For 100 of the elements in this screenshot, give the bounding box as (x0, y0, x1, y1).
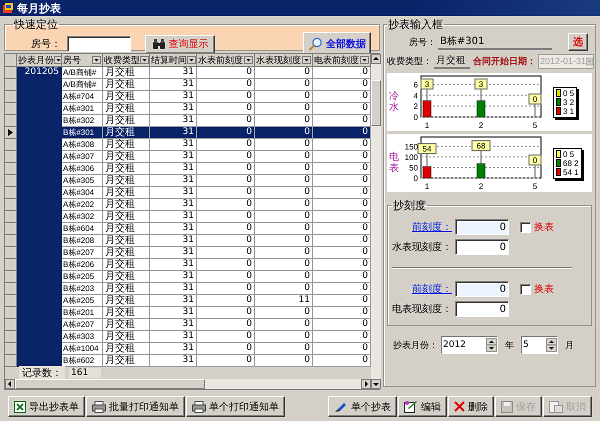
previous-reading-link[interactable]: 前刻度： (392, 220, 452, 234)
month-spinner[interactable]: 5 (521, 336, 558, 354)
table-cell: 0 (313, 259, 371, 271)
previous-reading-link[interactable]: 前刻度： (392, 282, 452, 296)
toolbar-button[interactable]: 删除 (448, 396, 494, 417)
table-cell: 0 (255, 331, 313, 343)
table-cell: 31 (150, 211, 197, 223)
table-cell: 0 (255, 283, 313, 295)
table-cell: 31 (150, 79, 197, 91)
table-cell: 11 (255, 295, 313, 307)
data-label: 0 (528, 94, 542, 104)
table-cell: 0 (313, 199, 371, 211)
toolbar-button[interactable]: 单个打印通知单 (186, 396, 285, 417)
axis-title: 冷水 (389, 91, 399, 113)
table-cell: 31 (150, 247, 197, 259)
window-title: 每月抄表 (17, 0, 61, 16)
data-label: 0 (532, 95, 538, 104)
table-cell: 0 (313, 307, 371, 319)
data-label: 54 (418, 143, 436, 154)
data-label: 3 (478, 80, 484, 89)
table-cell: A栋#1004 (62, 343, 103, 355)
axis-tick-label: 0 (414, 113, 418, 122)
table-cell: B栋#604 (62, 223, 103, 235)
table-cell: 0 (255, 319, 313, 331)
column-title: 水表前刻度 (198, 54, 243, 66)
axis-tick-label: 50 (409, 163, 418, 172)
table-cell: 0 (197, 103, 255, 115)
table-cell: 31 (150, 283, 197, 295)
record-count-label: 记录数： (19, 366, 65, 380)
table-cell: B栋#302 (62, 115, 103, 127)
table-cell: 0 (313, 211, 371, 223)
table-cell: 0 (255, 343, 313, 355)
toolbar-button[interactable]: 编辑 (398, 396, 447, 417)
legend-label: 3 1 (563, 106, 574, 116)
current-reading-field[interactable]: 0 (455, 239, 509, 255)
table-cell: 0 (313, 343, 371, 355)
table-cell: 0 (255, 247, 313, 259)
category-label: 1 (424, 182, 430, 191)
fee-type-field: 月交租 (434, 54, 470, 68)
category-label: 5 (532, 182, 538, 191)
current-reading-field[interactable]: 0 (455, 301, 509, 317)
table-cell: B栋#301 (62, 127, 103, 139)
column-header[interactable]: 收费类型 (103, 54, 150, 67)
table-cell: 0 (313, 79, 371, 91)
table-cell: 31 (150, 91, 197, 103)
table-cell: 0 (313, 223, 371, 235)
table-cell: 31 (150, 235, 197, 247)
table-cell: 0 (313, 187, 371, 199)
replace-meter-label: 换表 (534, 220, 554, 234)
table-cell: 0 (197, 151, 255, 163)
previous-reading-field[interactable]: 0 (455, 281, 509, 297)
toolbar-button[interactable]: 批量打印通知单 (86, 396, 185, 417)
table-cell: A/B商铺# (62, 79, 103, 91)
table-cell: 0 (197, 343, 255, 355)
table-cell: A栋#307 (62, 151, 103, 163)
table-cell: 0 (255, 235, 313, 247)
current-reading-label: 电表现刻度： (392, 302, 452, 316)
column-header[interactable]: 结算时间 (150, 54, 197, 67)
data-label: 3 (420, 78, 434, 90)
column-header[interactable]: 水表前刻度 (197, 54, 255, 67)
table-cell: A栋#207 (62, 319, 103, 331)
data-label: 0 (528, 154, 542, 166)
axis-tick-label: 2 (414, 102, 418, 112)
table-cell: B栋#201 (62, 307, 103, 319)
table-cell: A栋#704 (62, 91, 103, 103)
table-cell: 0 (313, 247, 371, 259)
column-header[interactable]: 抄表月份 (17, 54, 62, 67)
axis-tick-label: 100 (404, 152, 418, 162)
table-cell: A栋#302 (62, 211, 103, 223)
year-spinner[interactable]: 2012 (441, 336, 498, 354)
axis-tick-label: 0 (414, 174, 418, 183)
table-cell: 0 (197, 211, 255, 223)
table-cell: 31 (150, 307, 197, 319)
table-cell: 31 (150, 331, 197, 343)
data-label: 68 (476, 142, 486, 151)
table-cell: 31 (150, 271, 197, 283)
previous-reading-field[interactable]: 0 (455, 219, 509, 235)
table-cell: 0 (313, 103, 371, 115)
table-cell: A栋#202 (62, 199, 103, 211)
legend-label: 0 5 (563, 150, 574, 158)
table-cell: 0 (255, 271, 313, 283)
table-cell: B栋#207 (62, 247, 103, 259)
column-header[interactable]: 电表前刻度 (313, 54, 371, 67)
toolbar-button[interactable]: 单个抄表 (328, 396, 397, 417)
table-cell: B栋#206 (62, 259, 103, 271)
table-cell: 31 (150, 319, 197, 331)
table-cell: 31 (150, 139, 197, 151)
table-cell: 0 (313, 235, 371, 247)
month-label: 抄表月份： (393, 340, 438, 352)
axis-title: 电表 (389, 152, 399, 174)
table-cell: B栋#208 (62, 235, 103, 247)
column-header[interactable]: 水表现刻度 (255, 54, 313, 67)
table-cell: 0 (313, 127, 371, 139)
toolbar-button[interactable]: 导出抄表单 (8, 396, 85, 417)
contract-date-label: 合同开始日期： (473, 56, 536, 68)
replace-meter-label: 换表 (534, 282, 554, 296)
table-cell: A栋#301 (62, 103, 103, 115)
table-cell: 0 (197, 79, 255, 91)
column-title: 房号 (63, 54, 81, 66)
table-cell: 0 (255, 115, 313, 127)
